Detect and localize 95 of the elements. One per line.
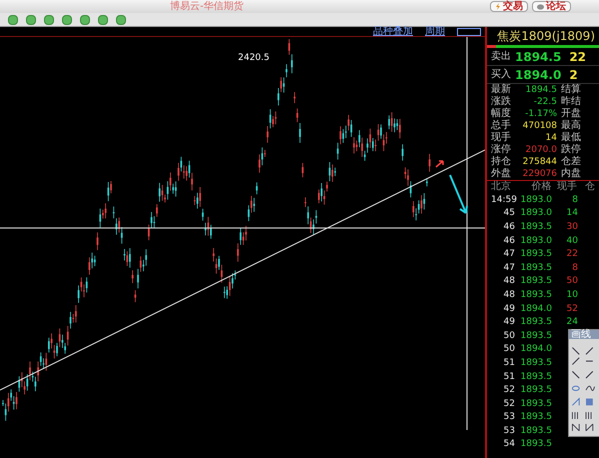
column-header: 价格 <box>530 181 552 193</box>
tick-price: 1893.5 <box>520 411 552 424</box>
layout-button[interactable] <box>457 28 481 36</box>
tick-price: 1893.5 <box>520 316 552 328</box>
quote-price: 1894.5 <box>515 50 562 64</box>
tick-volume: 8 <box>571 194 578 206</box>
tick-price: 1893.5 <box>520 438 552 450</box>
tick-price: 1894.0 <box>520 343 552 356</box>
tick-price: 1893.0 <box>520 207 552 220</box>
contract-title: 焦炭1809(j1809) <box>496 28 596 45</box>
tick-volume: 22 <box>566 248 578 260</box>
tick-time: 46 <box>502 234 516 247</box>
tick-time: 48 <box>502 275 516 288</box>
tick-time: 52 <box>502 398 516 410</box>
tick-volume: 24 <box>566 316 578 328</box>
tick-price: 1893.5 <box>520 275 552 288</box>
stat-label: 最低 <box>561 132 581 144</box>
stat-value: 470108 <box>522 120 557 132</box>
quote-label: 卖出 <box>491 52 511 62</box>
tick-volume: 52 <box>566 302 578 315</box>
tick-time: 50 <box>502 343 516 356</box>
tick-price: 1893.5 <box>520 398 552 410</box>
tick-time: 49 <box>502 316 516 328</box>
period-link[interactable]: 周期 <box>425 26 445 36</box>
column-header: 北京 <box>491 181 512 193</box>
tick-time: 48 <box>502 288 516 301</box>
lightning-icon <box>495 3 501 10</box>
stat-label: 仓差 <box>561 156 581 168</box>
tick-time: 53 <box>502 411 516 424</box>
stat-label: 最高 <box>561 120 581 132</box>
stat-label: 昨结 <box>561 96 581 108</box>
tick-price: 1893.5 <box>520 248 552 260</box>
tick-price: 1894.0 <box>520 302 552 315</box>
tick-time: 51 <box>502 356 516 369</box>
tick-price: 1893.0 <box>520 194 552 206</box>
tick-price: 1893.5 <box>520 330 552 342</box>
speech-bubble-icon <box>537 4 544 10</box>
tick-time: 47 <box>502 248 516 260</box>
stat-value: 2070.0 <box>524 144 557 156</box>
stat-value: 14 <box>544 132 557 144</box>
tick-price: 1893.5 <box>520 220 552 233</box>
tick-time: 50 <box>502 330 516 342</box>
stat-label: 总手 <box>491 120 512 132</box>
tick-price: 1893.5 <box>520 262 552 274</box>
tick-price: 1893.0 <box>520 234 552 247</box>
tick-volume: 30 <box>566 220 578 233</box>
tick-time: 46 <box>502 220 516 233</box>
column-header: 现手 <box>556 181 577 193</box>
tick-time: 14:59 <box>491 194 518 206</box>
tick-price: 1893.5 <box>520 356 552 369</box>
tick-time: 52 <box>502 384 516 396</box>
palette-title: 画线 <box>569 330 599 339</box>
trade-button[interactable]: 交易 <box>490 1 528 12</box>
stat-value: 275844 <box>522 156 557 168</box>
quote-label: 买入 <box>491 70 511 80</box>
overlay-link[interactable]: 品种叠加 <box>373 26 413 36</box>
stat-value: 229076 <box>522 168 557 180</box>
stat-label: 持仓 <box>491 156 512 168</box>
tick-time: 47 <box>502 262 516 274</box>
tick-time: 51 <box>502 370 516 383</box>
stat-value: -22.5 <box>532 96 557 108</box>
window-title: 博易云-华信期货 <box>170 2 244 12</box>
stat-label: 幅度 <box>491 108 512 120</box>
tick-time: 53 <box>502 424 516 437</box>
stat-label: 开盘 <box>561 108 581 120</box>
tick-volume: 40 <box>566 234 578 247</box>
quote-price: 1894.0 <box>515 68 562 82</box>
tick-time: 49 <box>502 302 516 315</box>
stat-label: 最新 <box>491 84 512 96</box>
tick-volume: 10 <box>566 288 578 301</box>
arrow-icon <box>435 160 444 168</box>
tick-price: 1893.5 <box>520 384 552 396</box>
quote-volume: 22 <box>569 50 586 64</box>
tick-volume: 14 <box>566 207 578 220</box>
stat-label: 结算 <box>561 84 581 96</box>
stat-label: 内盘 <box>561 168 581 180</box>
tick-price: 1893.5 <box>520 370 552 383</box>
arrow-icon <box>449 174 468 214</box>
stat-label: 涨跌 <box>491 96 512 108</box>
peak-price-label: 2420.5 <box>238 53 270 63</box>
stat-label: 跌停 <box>561 144 581 156</box>
stat-value: 1894.5 <box>524 84 557 96</box>
stat-label: 外盘 <box>491 168 512 180</box>
quote-volume: 2 <box>569 68 578 82</box>
tick-volume: 50 <box>566 275 578 288</box>
forum-button[interactable]: 论坛 <box>532 1 571 12</box>
stat-label: 现手 <box>491 132 512 144</box>
tick-price: 1893.5 <box>520 424 552 437</box>
stat-label: 涨停 <box>491 144 512 156</box>
stat-value: -1.17% <box>524 108 557 120</box>
tick-time: 45 <box>502 207 516 220</box>
tick-time: 54 <box>502 438 516 450</box>
tick-price: 1893.5 <box>520 288 552 301</box>
tick-volume: 8 <box>571 262 578 274</box>
column-header: 仓 <box>585 182 595 192</box>
